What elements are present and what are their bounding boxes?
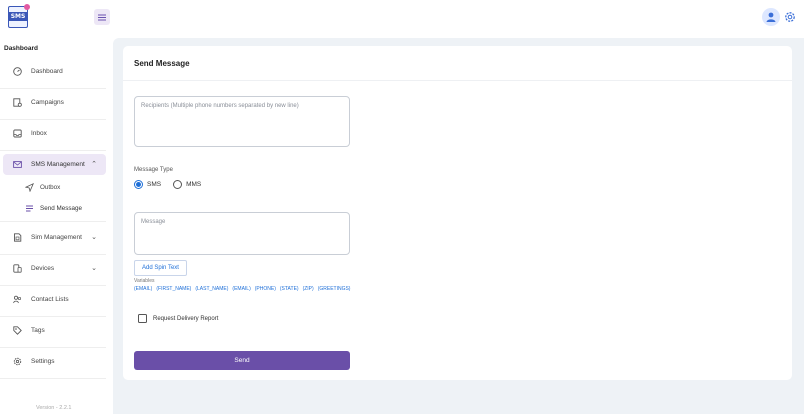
sidebar-item-campaigns[interactable]: Campaigns xyxy=(3,92,106,113)
top-bar: SMS xyxy=(0,0,804,38)
chevron-down-icon: ⌄ xyxy=(91,234,97,241)
chevron-down-icon: ⌄ xyxy=(91,265,97,272)
page-title: Send Message xyxy=(134,59,190,68)
sidebar-item-contact-lists[interactable]: Contact Lists xyxy=(3,289,106,310)
sidebar-item-label: Settings xyxy=(31,358,55,365)
sms-radio[interactable] xyxy=(134,180,143,189)
sim-icon xyxy=(12,233,22,243)
user-avatar-button[interactable] xyxy=(762,8,780,26)
delivery-report-checkbox[interactable] xyxy=(138,314,147,323)
sidebar-item-label: Tags xyxy=(31,327,45,334)
variable-link[interactable]: (ZIP) xyxy=(303,286,314,292)
add-spin-text-button[interactable]: Add Spin Text xyxy=(134,260,187,276)
variable-link[interactable]: (EMAIL) xyxy=(134,286,152,292)
dashboard-icon xyxy=(12,67,22,77)
delivery-report-row: Request Delivery Report xyxy=(138,314,218,323)
sidebar-item-devices[interactable]: Devices ⌄ xyxy=(3,258,106,279)
menu-toggle-button[interactable] xyxy=(94,9,110,25)
sidebar-item-label: Contact Lists xyxy=(31,296,69,303)
sidebar-section-title: Dashboard xyxy=(4,45,38,52)
hamburger-icon xyxy=(98,16,106,18)
variable-link[interactable]: (GREETINGS) xyxy=(318,286,351,292)
variable-link[interactable]: (FIRST_NAME) xyxy=(156,286,191,292)
campaigns-icon xyxy=(12,98,22,108)
message-textarea[interactable]: Message xyxy=(134,212,350,255)
sidebar-item-settings[interactable]: Settings xyxy=(3,351,106,372)
inbox-icon xyxy=(12,129,22,139)
gear-icon xyxy=(785,12,795,22)
message-type-radio-group: SMS MMS xyxy=(134,180,201,189)
variable-link[interactable]: (STATE) xyxy=(280,286,299,292)
variable-link[interactable]: (PHONE) xyxy=(255,286,276,292)
mms-radio-label: MMS xyxy=(186,181,202,188)
gear-icon xyxy=(12,357,22,367)
devices-icon xyxy=(12,264,22,274)
sidebar-item-label: Sim Management xyxy=(31,234,82,241)
sidebar-item-inbox[interactable]: Inbox xyxy=(3,123,106,144)
variable-link[interactable]: (EMAIL) xyxy=(232,286,250,292)
sidebar-item-label: SMS Management xyxy=(31,161,85,168)
sidebar-item-label: Inbox xyxy=(31,130,47,137)
sidebar-subitem-outbox[interactable]: Outbox xyxy=(20,179,106,195)
contacts-icon xyxy=(12,295,22,305)
recipients-placeholder: Recipients (Multiple phone numbers separ… xyxy=(141,103,299,109)
sidebar-subitem-send-message[interactable]: Send Message xyxy=(20,200,106,216)
message-type-label: Message Type xyxy=(134,167,173,173)
send-button[interactable]: Send xyxy=(134,351,350,370)
recipients-textarea[interactable]: Recipients (Multiple phone numbers separ… xyxy=(134,96,350,147)
user-icon xyxy=(766,12,776,22)
mail-icon xyxy=(12,160,22,170)
variable-link[interactable]: (LAST_NAME) xyxy=(195,286,228,292)
sidebar: Dashboard Dashboard Campaigns Inbox SMS … xyxy=(0,38,113,414)
variables-label: Variables xyxy=(134,278,155,284)
message-placeholder: Message xyxy=(141,219,166,225)
sidebar-subitem-label: Outbox xyxy=(40,183,61,191)
sidebar-item-sim-management[interactable]: Sim Management ⌄ xyxy=(3,227,106,248)
sidebar-subitem-label: Send Message xyxy=(40,204,83,212)
app-version: Version - 2.2.1 xyxy=(36,405,72,411)
sidebar-item-label: Devices xyxy=(31,265,55,272)
tag-icon xyxy=(12,326,22,336)
app-logo[interactable]: SMS xyxy=(8,4,30,28)
send-message-card: Send Message Recipients (Multiple phone … xyxy=(123,46,792,380)
variables-list: (EMAIL) (FIRST_NAME) (LAST_NAME) (EMAIL)… xyxy=(134,286,350,292)
logo-text: SMS xyxy=(9,12,27,21)
mms-radio[interactable] xyxy=(173,180,183,189)
sidebar-item-label: Campaigns xyxy=(31,99,64,106)
sidebar-item-tags[interactable]: Tags xyxy=(3,320,106,341)
sidebar-item-dashboard[interactable]: Dashboard xyxy=(3,61,106,82)
message-icon xyxy=(24,203,34,213)
delivery-report-label: Request Delivery Report xyxy=(153,315,219,322)
send-icon xyxy=(24,182,34,192)
sidebar-item-sms-management[interactable]: SMS Management ⌃ xyxy=(3,154,106,175)
sms-radio-label: SMS xyxy=(147,181,162,188)
settings-gear-button[interactable] xyxy=(783,10,797,24)
sidebar-item-label: Dashboard xyxy=(31,68,63,75)
chevron-up-icon: ⌃ xyxy=(91,161,97,168)
